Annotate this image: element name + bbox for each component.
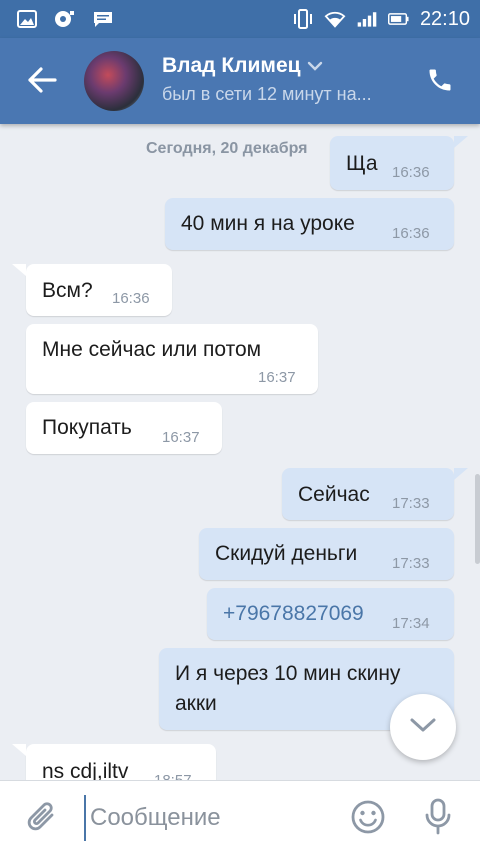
message-time: 16:36 <box>392 225 430 242</box>
message-bubble-out[interactable]: Скидуй деньги 17:33 <box>199 528 454 580</box>
media-icon <box>54 10 76 28</box>
status-time: 22:10 <box>419 7 470 30</box>
contact-name-label: Влад Климец <box>162 54 301 77</box>
message-text: Мне сейчас или потом <box>42 338 262 361</box>
message-input[interactable] <box>84 795 340 841</box>
message-text: ns cdj,iltv <box>42 760 129 780</box>
voice-message-button[interactable] <box>418 797 458 841</box>
message-bubble-out[interactable]: +79678827069 17:34 <box>207 588 454 640</box>
chevron-down-icon <box>409 716 437 738</box>
message-time: 16:36 <box>392 164 430 181</box>
date-separator: Сегодня, 20 декабря <box>146 140 308 157</box>
attach-button[interactable] <box>22 799 62 839</box>
message-bubble-out[interactable]: Ща 16:36 <box>330 136 454 190</box>
message-text: Ща <box>346 152 378 175</box>
message-bubble-in[interactable]: ns cdj,iltv 18:57 <box>26 744 216 780</box>
message-bubble-in[interactable]: Мне сейчас или потом 16:37 <box>26 324 318 394</box>
signal-icon <box>356 10 378 28</box>
emoji-button[interactable] <box>348 799 388 839</box>
microphone-icon <box>423 798 453 840</box>
call-button[interactable] <box>420 62 460 102</box>
message-time: 18:57 <box>154 772 192 780</box>
bubble-tail <box>12 264 26 276</box>
paperclip-icon <box>26 800 58 838</box>
message-time: 16:36 <box>112 290 150 307</box>
message-time: 17:33 <box>392 495 430 512</box>
chevron-down-icon <box>307 54 323 78</box>
message-text: Покупать <box>42 416 132 439</box>
contact-status: был в сети 12 минут на... <box>162 84 372 104</box>
message-text: Всм? <box>42 279 93 302</box>
message-icon <box>92 10 114 28</box>
message-text: Скидуй деньги <box>215 542 358 565</box>
bubble-tail <box>454 468 468 480</box>
scroll-down-button[interactable] <box>390 694 456 760</box>
smiley-icon <box>350 799 386 839</box>
message-bubble-in[interactable]: Покупать 16:37 <box>26 402 222 454</box>
composer <box>0 780 480 855</box>
vibrate-icon <box>292 9 314 29</box>
battery-icon <box>387 10 410 28</box>
bubble-tail <box>454 136 468 148</box>
back-button[interactable] <box>20 60 64 104</box>
wifi-icon <box>324 10 346 28</box>
scrollbar[interactable] <box>475 474 480 564</box>
message-bubble-out[interactable]: 40 мин я на уроке 16:36 <box>165 198 454 250</box>
phone-icon <box>426 66 454 98</box>
avatar[interactable] <box>84 51 144 111</box>
message-time: 17:34 <box>392 615 430 632</box>
message-text: Сейчас <box>298 483 370 506</box>
message-text: 40 мин я на уроке <box>181 212 355 235</box>
message-time: 17:33 <box>392 555 430 572</box>
message-bubble-in[interactable]: Всм? 16:36 <box>26 264 172 316</box>
arrow-left-icon <box>27 67 57 97</box>
bubble-tail <box>12 744 26 756</box>
chat-header: Влад Климец был в сети 12 минут на... <box>0 38 480 124</box>
phone-link[interactable]: +79678827069 <box>223 602 364 626</box>
message-text-line2: акки <box>175 692 217 715</box>
contact-name[interactable]: Влад Климец <box>162 54 323 78</box>
message-list[interactable]: Сегодня, 20 декабря Ща 16:36 40 мин я на… <box>0 124 480 780</box>
message-time: 16:37 <box>258 369 296 386</box>
gallery-icon <box>16 10 38 28</box>
message-text-line1: И я через 10 мин скину <box>175 662 401 685</box>
status-bar: 22:10 <box>0 0 480 38</box>
message-bubble-out[interactable]: Сейчас 17:33 <box>282 468 454 520</box>
message-time: 16:37 <box>162 429 200 446</box>
